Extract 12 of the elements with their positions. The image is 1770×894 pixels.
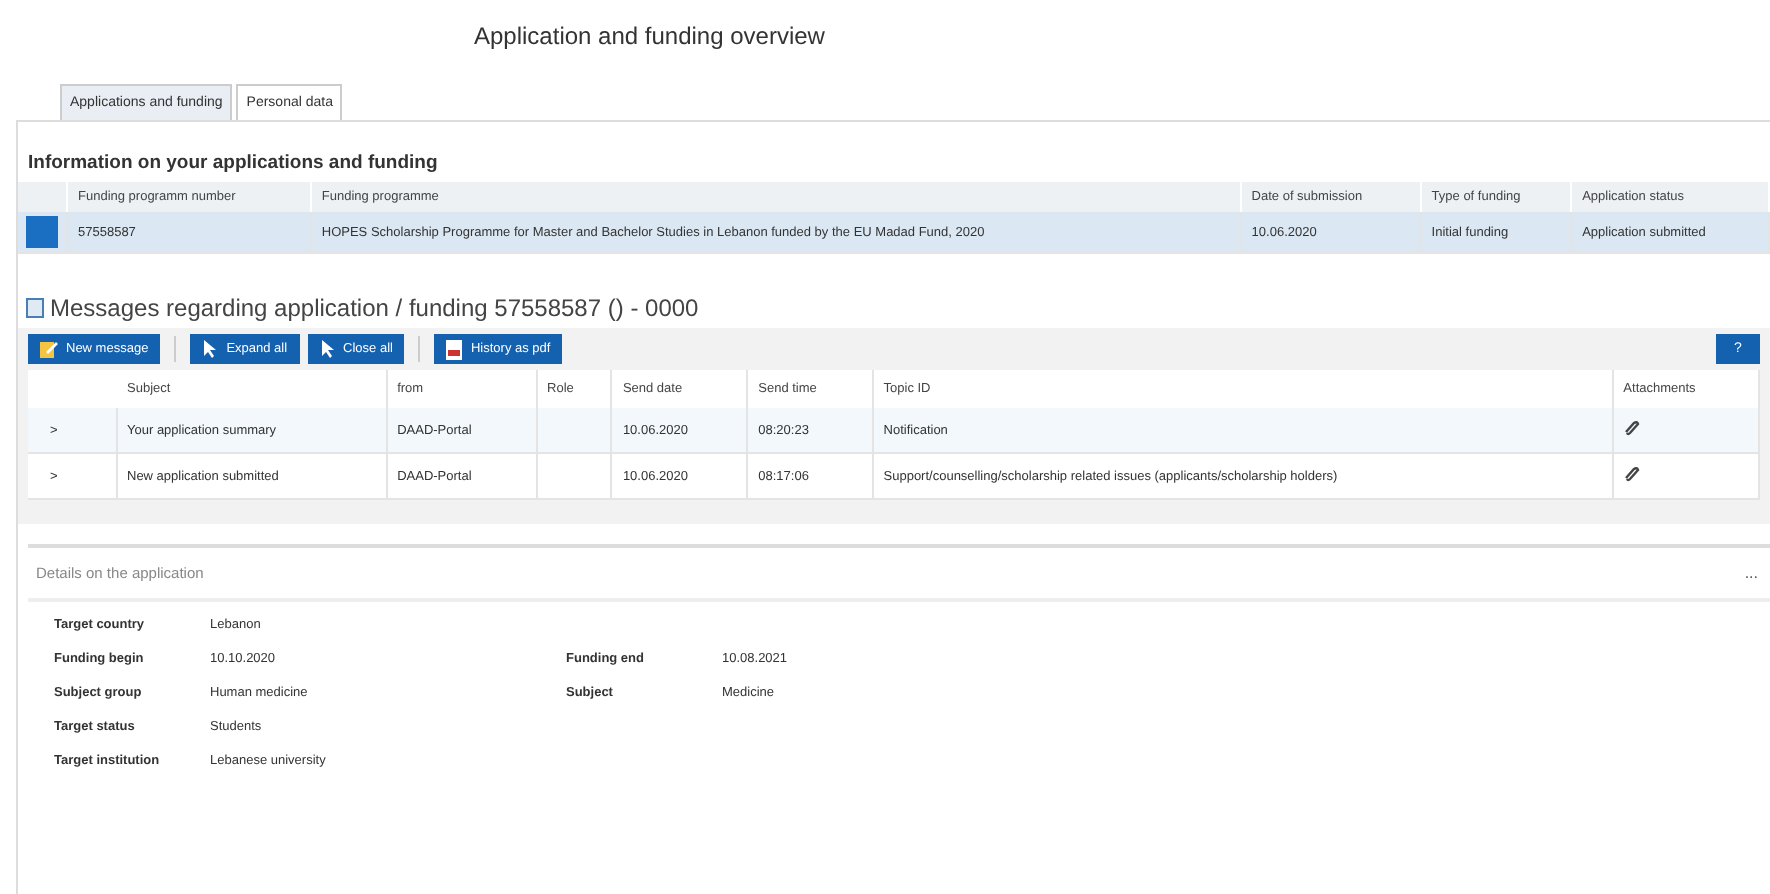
section-heading: Messages regarding application / funding 57558587 () - 0000 xyxy=(50,294,699,322)
cursor-icon xyxy=(202,340,219,358)
cursor-icon xyxy=(319,340,336,358)
section-heading: Information on your applications and funding xyxy=(26,150,440,178)
paperclip-icon[interactable] xyxy=(1623,466,1640,482)
more-menu[interactable]: ... xyxy=(1744,564,1758,582)
table-cell xyxy=(536,453,612,499)
page-title: Application and funding overview xyxy=(472,20,827,54)
document-icon xyxy=(446,339,463,359)
paperclip-icon[interactable] xyxy=(1623,420,1640,436)
pencil-icon xyxy=(40,340,58,358)
document-icon xyxy=(26,298,44,318)
